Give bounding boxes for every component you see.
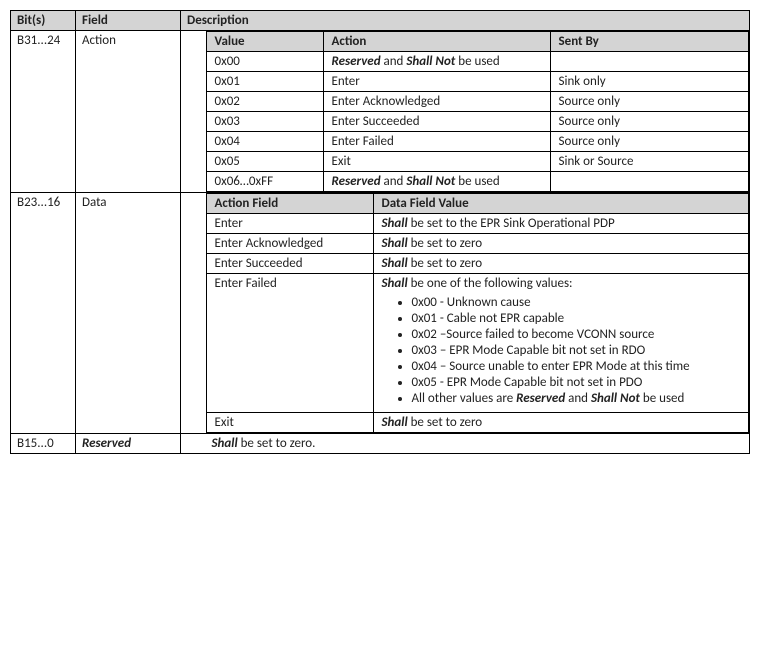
field-action: Action [76,31,181,193]
row-action: B31...24 Action Value Action Sent By 0x0… [11,31,750,193]
action-row: 0x01 Enter Sink only [206,72,749,92]
list-item: 0x01 - Cable not EPR capable [412,311,741,326]
data-row: Exit Shall be set to zero [206,413,749,433]
row-data: B23...16 Data Action Field Data Field Va… [11,193,750,434]
field-data: Data [76,193,181,434]
data-header-actionfield: Action Field [206,194,373,214]
action-row: 0x04 Enter Failed Source only [206,132,749,152]
list-item: All other values are Reserved and Shall … [412,391,741,406]
enter-failed-values: 0x00 - Unknown cause 0x01 - Cable not EP… [412,295,741,406]
action-row: 0x05 Exit Sink or Source [206,152,749,172]
bit-field-table: Bit(s) Field Description B31...24 Action… [10,10,750,454]
data-header-datafield: Data Field Value [373,194,749,214]
data-field-table: Action Field Data Field Value Enter Shal… [206,193,750,433]
action-header-sentby: Sent By [550,32,749,52]
list-item: 0x00 - Unknown cause [412,295,741,310]
list-item: 0x03 – EPR Mode Capable bit not set in R… [412,343,741,358]
data-row: Enter Failed Shall be one of the followi… [206,274,749,413]
list-item: 0x04 – Source unable to enter EPR Mode a… [412,359,741,374]
bits-reserved: B15...0 [11,434,76,454]
row-reserved: B15...0 Reserved Shall be set to zero. [11,434,750,454]
action-header-value: Value [206,32,323,52]
action-row: 0x02 Enter Acknowledged Source only [206,92,749,112]
header-field: Field [76,11,181,31]
field-reserved: Reserved [76,434,181,454]
action-values-table: Value Action Sent By 0x00 Reserved and S… [206,31,750,192]
list-item: 0x05 - EPR Mode Capable bit not set in P… [412,375,741,390]
action-row: 0x03 Enter Succeeded Source only [206,112,749,132]
bits-data: B23...16 [11,193,76,434]
data-row: Enter Shall be set to the EPR Sink Opera… [206,214,749,234]
data-row: Enter Acknowledged Shall be set to zero [206,234,749,254]
header-row: Bit(s) Field Description [11,11,750,31]
bits-action: B31...24 [11,31,76,193]
data-row: Enter Succeeded Shall be set to zero [206,254,749,274]
action-row: 0x00 Reserved and Shall Not be used [206,52,749,72]
header-bits: Bit(s) [11,11,76,31]
header-description: Description [181,11,750,31]
action-row: 0x06…0xFF Reserved and Shall Not be used [206,172,749,192]
action-header-action: Action [323,32,550,52]
list-item: 0x02 –Source failed to become VCONN sour… [412,327,741,342]
